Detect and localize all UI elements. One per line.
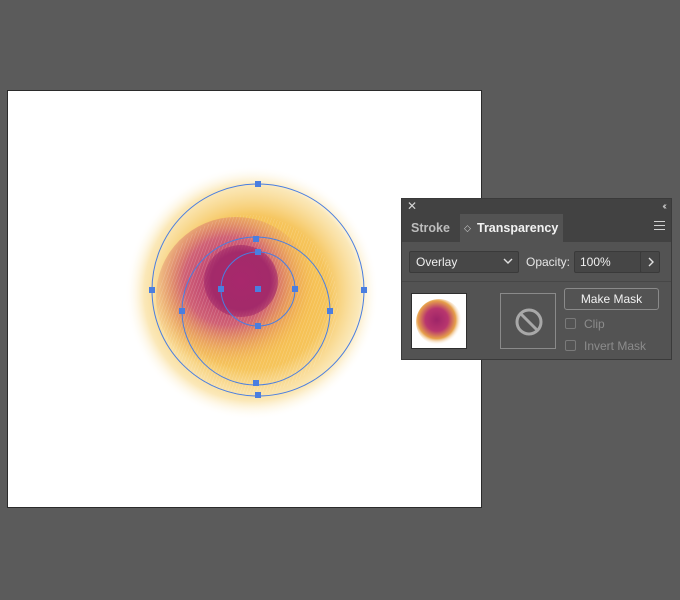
close-icon[interactable]: ✕ xyxy=(407,199,417,214)
opacity-value: 100% xyxy=(580,255,611,269)
transparency-panel: ✕ ‹‹ Stroke ◇ Transparency Overlay Opaci… xyxy=(401,198,672,360)
panel-divider xyxy=(402,281,671,282)
clip-label: Clip xyxy=(584,317,605,331)
tab-transparency[interactable]: ◇ Transparency xyxy=(460,214,563,242)
collapse-panel-icon[interactable]: ‹‹ xyxy=(662,199,666,214)
invert-mask-checkbox[interactable] xyxy=(565,340,576,351)
panel-titlebar[interactable]: ✕ ‹‹ xyxy=(402,199,671,214)
make-mask-button[interactable]: Make Mask xyxy=(564,288,659,310)
object-thumbnail[interactable] xyxy=(411,293,467,349)
expand-options-icon[interactable]: ◇ xyxy=(464,214,471,242)
mask-thumbnail[interactable] xyxy=(500,293,556,349)
no-mask-icon xyxy=(515,308,543,336)
opacity-input[interactable]: 100% xyxy=(574,251,642,273)
opacity-label: Opacity: xyxy=(526,255,571,269)
blend-mode-select[interactable]: Overlay xyxy=(409,251,519,273)
panel-tab-row: Stroke ◇ Transparency xyxy=(402,214,671,242)
chevron-right-icon xyxy=(648,257,654,267)
chevron-down-icon xyxy=(503,258,513,264)
invert-mask-label: Invert Mask xyxy=(584,339,647,353)
hamburger-menu-icon[interactable] xyxy=(654,221,665,231)
clip-checkbox[interactable] xyxy=(565,318,576,329)
blend-mode-value: Overlay xyxy=(416,255,458,269)
opacity-slider-button[interactable] xyxy=(640,251,660,273)
tab-stroke[interactable]: Stroke xyxy=(402,214,459,242)
artwork-thumbnail-image xyxy=(416,299,462,345)
tab-transparency-label: Transparency xyxy=(477,221,559,235)
